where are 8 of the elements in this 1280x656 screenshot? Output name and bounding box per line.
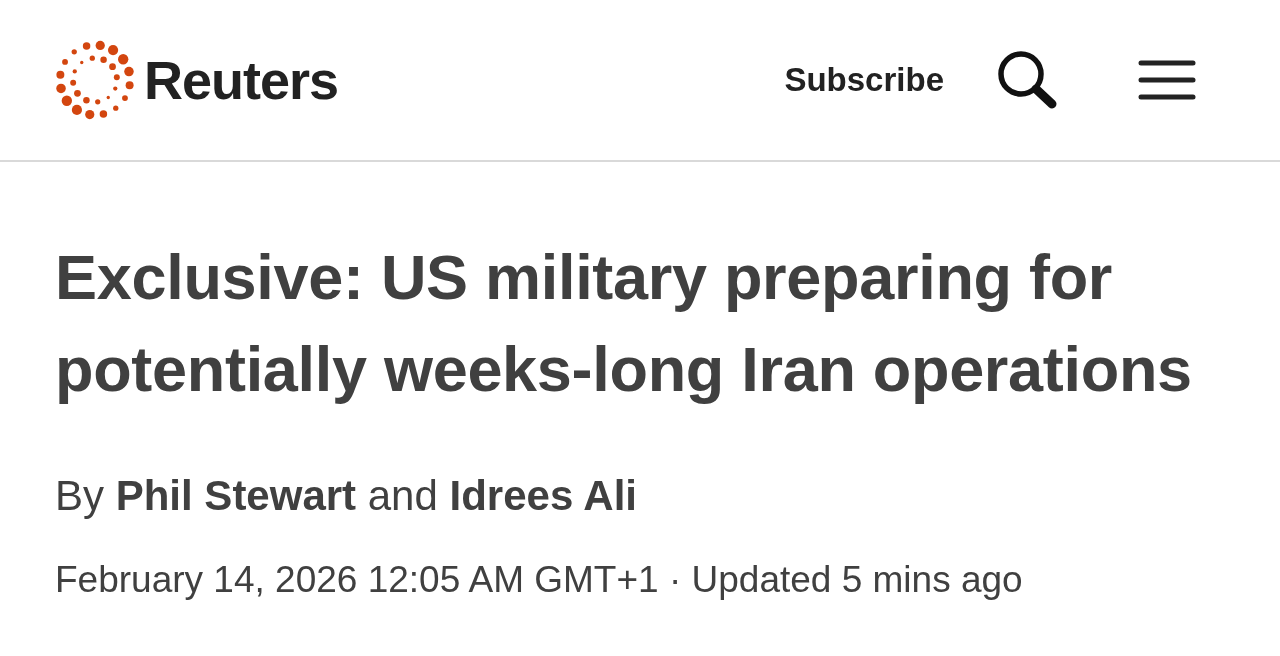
subscribe-link[interactable]: Subscribe xyxy=(784,61,944,99)
publish-date: February 14, 2026 12:05 AM GMT+1 · Updated 5 mins ago xyxy=(55,558,1024,603)
byline: By Phil Stewart and Idrees Ali xyxy=(55,471,639,521)
menu-button[interactable] xyxy=(1138,59,1196,101)
dotted-circle-logo-icon[interactable] xyxy=(54,39,136,121)
menu-icon xyxy=(1138,59,1196,101)
brand-name[interactable]: Reuters xyxy=(144,53,339,107)
article-headline: Exclusive: US military preparing for potentially weeks-long Iran operations xyxy=(55,241,1193,406)
